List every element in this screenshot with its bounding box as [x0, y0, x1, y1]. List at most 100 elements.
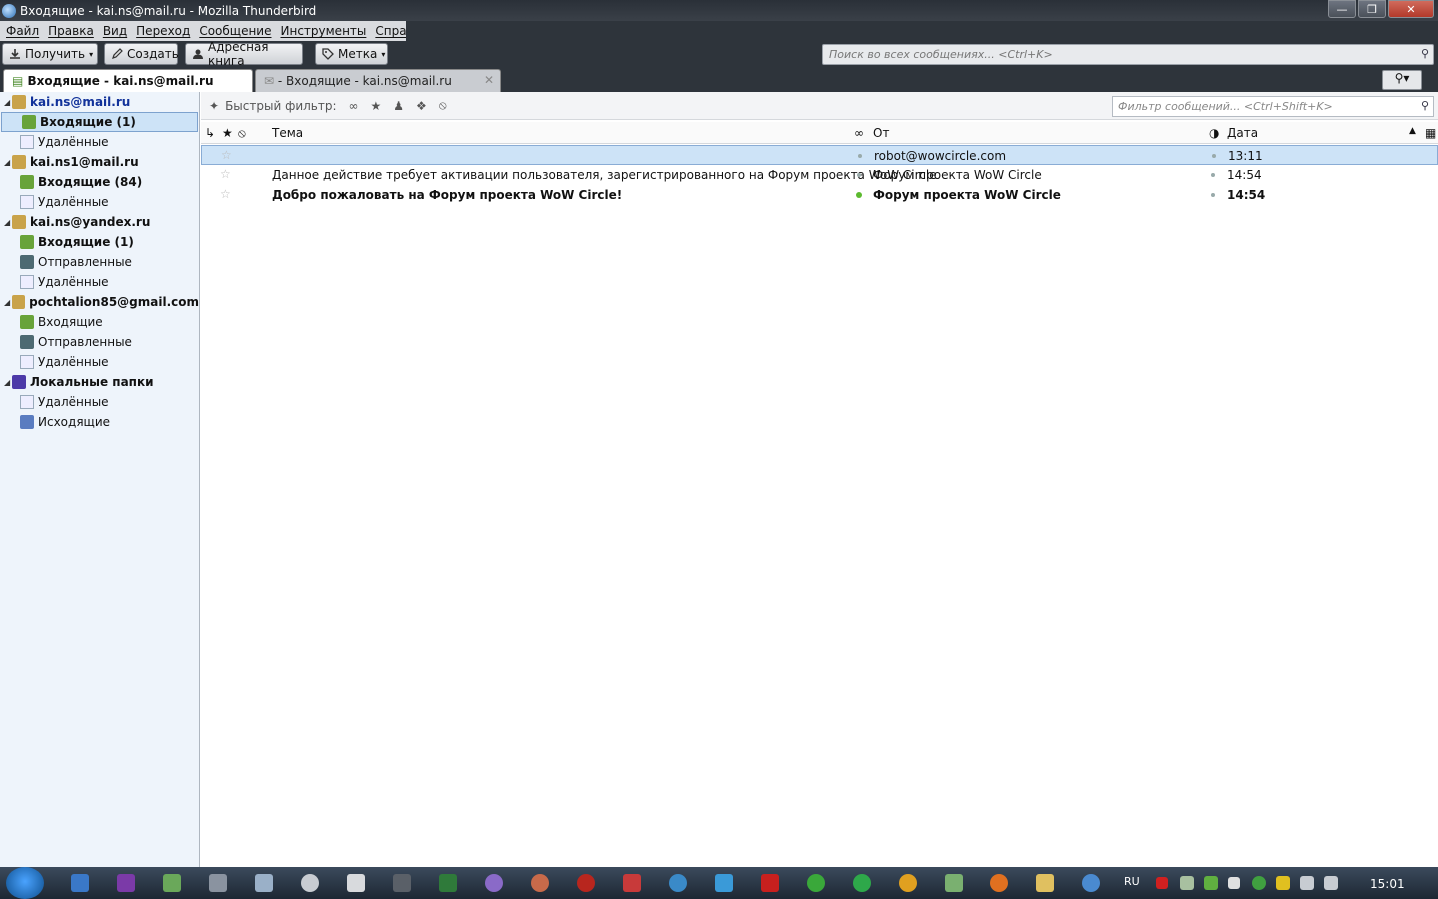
maximize-button[interactable]: ❐: [1358, 0, 1386, 18]
app-icon[interactable]: [853, 874, 871, 892]
menu-message[interactable]: Сообщение: [199, 24, 271, 38]
star-icon[interactable]: ☆: [220, 187, 231, 201]
clock[interactable]: 15:01: [1370, 877, 1405, 891]
star-column-icon[interactable]: ★: [222, 126, 233, 140]
account-local-folders[interactable]: ◢ Локальные папки: [0, 372, 199, 392]
twisty-icon[interactable]: ◢: [4, 298, 12, 307]
attachment-filter-icon[interactable]: ⦸: [439, 98, 447, 113]
app-icon[interactable]: [715, 874, 733, 892]
thunderbird-icon[interactable]: [1082, 874, 1100, 892]
from-column-header[interactable]: От: [873, 126, 889, 140]
write-button[interactable]: Создать: [104, 43, 179, 65]
folder-sent[interactable]: Отправленные: [0, 332, 199, 352]
menu-go[interactable]: Переход: [136, 24, 190, 38]
folder-trash[interactable]: Удалённые: [0, 132, 199, 152]
close-button[interactable]: ✕: [1388, 0, 1434, 18]
app-icon[interactable]: [945, 874, 963, 892]
folder-sent[interactable]: Отправленные: [0, 252, 199, 272]
tray-icon[interactable]: [1156, 877, 1168, 889]
unread-filter-icon[interactable]: ∞: [349, 99, 359, 113]
folder-inbox[interactable]: Входящие (84): [0, 172, 199, 192]
twisty-icon[interactable]: ◢: [4, 218, 12, 227]
filezilla-icon[interactable]: [761, 874, 779, 892]
tab-search-button[interactable]: ⚲▾: [1382, 70, 1422, 90]
tray-icon[interactable]: [1276, 876, 1290, 890]
app-icon[interactable]: [301, 874, 319, 892]
star-icon[interactable]: ☆: [220, 167, 231, 181]
app-icon[interactable]: [623, 874, 641, 892]
star-icon[interactable]: ☆: [221, 148, 232, 162]
twisty-icon[interactable]: ◢: [4, 98, 12, 107]
language-indicator[interactable]: RU: [1124, 875, 1140, 888]
tab-inbox[interactable]: ▤ Входящие - kai.ns@mail.ru: [3, 69, 253, 92]
volume-icon[interactable]: [1324, 876, 1338, 890]
app-icon[interactable]: [255, 874, 273, 892]
column-picker-icon[interactable]: ▦: [1425, 126, 1436, 140]
attachment-column-icon[interactable]: ⦸: [238, 126, 246, 141]
close-tab-icon[interactable]: ✕: [484, 73, 494, 87]
folder-outbox[interactable]: Исходящие: [0, 412, 199, 432]
search-icon[interactable]: ⚲: [1421, 47, 1429, 60]
tag-button[interactable]: Метка ▾: [315, 43, 388, 65]
twisty-icon[interactable]: ◢: [4, 158, 12, 167]
folder-inbox[interactable]: Входящие (1): [0, 232, 199, 252]
account-kai-ns-mail[interactable]: ◢ kai.ns@mail.ru: [0, 92, 199, 112]
get-mail-button[interactable]: Получить ▾: [2, 43, 98, 65]
app-icon[interactable]: [163, 874, 181, 892]
read-column-icon[interactable]: ∞: [854, 126, 864, 140]
tab-message[interactable]: ✉ - Входящие - kai.ns@mail.ru ✕: [255, 69, 501, 92]
folder-inbox[interactable]: Входящие (1): [1, 112, 198, 132]
minimize-button[interactable]: —: [1328, 0, 1356, 18]
twisty-icon[interactable]: ◢: [4, 378, 12, 387]
contact-filter-icon[interactable]: ♟: [393, 99, 404, 113]
account-kai-ns-yandex[interactable]: ◢ kai.ns@yandex.ru: [0, 212, 199, 232]
junk-column-icon[interactable]: ◑: [1209, 126, 1219, 140]
app-icon[interactable]: [577, 874, 595, 892]
app-icon[interactable]: [117, 874, 135, 892]
tray-icon[interactable]: [1180, 876, 1194, 890]
flag-icon[interactable]: [1228, 877, 1240, 889]
read-status-icon[interactable]: [857, 173, 861, 177]
folder-trash[interactable]: Удалённые: [0, 352, 199, 372]
app-icon[interactable]: [347, 874, 365, 892]
subject-column-header[interactable]: Тема: [272, 126, 303, 140]
read-status-icon[interactable]: [858, 154, 862, 158]
thread-column-icon[interactable]: ↳: [205, 126, 215, 140]
menu-tools[interactable]: Инструменты: [281, 24, 367, 38]
folder-inbox[interactable]: Входящие: [0, 312, 199, 332]
folder-trash[interactable]: Удалённые: [0, 192, 199, 212]
firefox-icon[interactable]: [990, 874, 1008, 892]
message-row[interactable]: ☆ Добро пожаловать на Форум проекта WoW …: [201, 185, 1438, 205]
global-search-input[interactable]: Поиск во всех сообщениях... <Ctrl+K> ⚲: [822, 44, 1434, 65]
app-icon[interactable]: [393, 874, 411, 892]
app-icon[interactable]: [899, 874, 917, 892]
menu-view[interactable]: Вид: [103, 24, 127, 38]
search-icon[interactable]: ⚲: [1421, 99, 1429, 112]
menu-edit[interactable]: Правка: [48, 24, 94, 38]
app-icon[interactable]: [209, 874, 227, 892]
junk-status-icon[interactable]: [1211, 193, 1215, 197]
junk-status-icon[interactable]: [1211, 173, 1215, 177]
tray-icon[interactable]: [1204, 876, 1218, 890]
date-column-header[interactable]: Дата: [1227, 126, 1258, 140]
message-row[interactable]: ☆ robot@wowcircle.com 13:11: [201, 145, 1438, 165]
network-icon[interactable]: [1300, 876, 1314, 890]
utorrent-icon[interactable]: [807, 874, 825, 892]
app-icon[interactable]: [531, 874, 549, 892]
menu-file[interactable]: Файл: [6, 24, 39, 38]
dropdown-arrow-icon[interactable]: ▾: [89, 50, 93, 59]
account-pochtalion85-gmail[interactable]: ◢ pochtalion85@gmail.com: [0, 292, 199, 312]
message-row[interactable]: ☆ Данное действие требует активации поль…: [201, 165, 1438, 185]
folder-trash[interactable]: Удалённые: [0, 272, 199, 292]
app-icon[interactable]: [71, 874, 89, 892]
app-icon[interactable]: [485, 874, 503, 892]
pin-icon[interactable]: ✦: [209, 99, 219, 113]
junk-status-icon[interactable]: [1212, 154, 1216, 158]
explorer-icon[interactable]: [1036, 874, 1054, 892]
app-icon[interactable]: [439, 874, 457, 892]
start-button[interactable]: [6, 867, 44, 899]
app-icon[interactable]: [669, 874, 687, 892]
tag-filter-icon[interactable]: ❖: [416, 99, 427, 113]
unread-status-icon[interactable]: [856, 192, 862, 198]
star-filter-icon[interactable]: ★: [371, 99, 382, 113]
